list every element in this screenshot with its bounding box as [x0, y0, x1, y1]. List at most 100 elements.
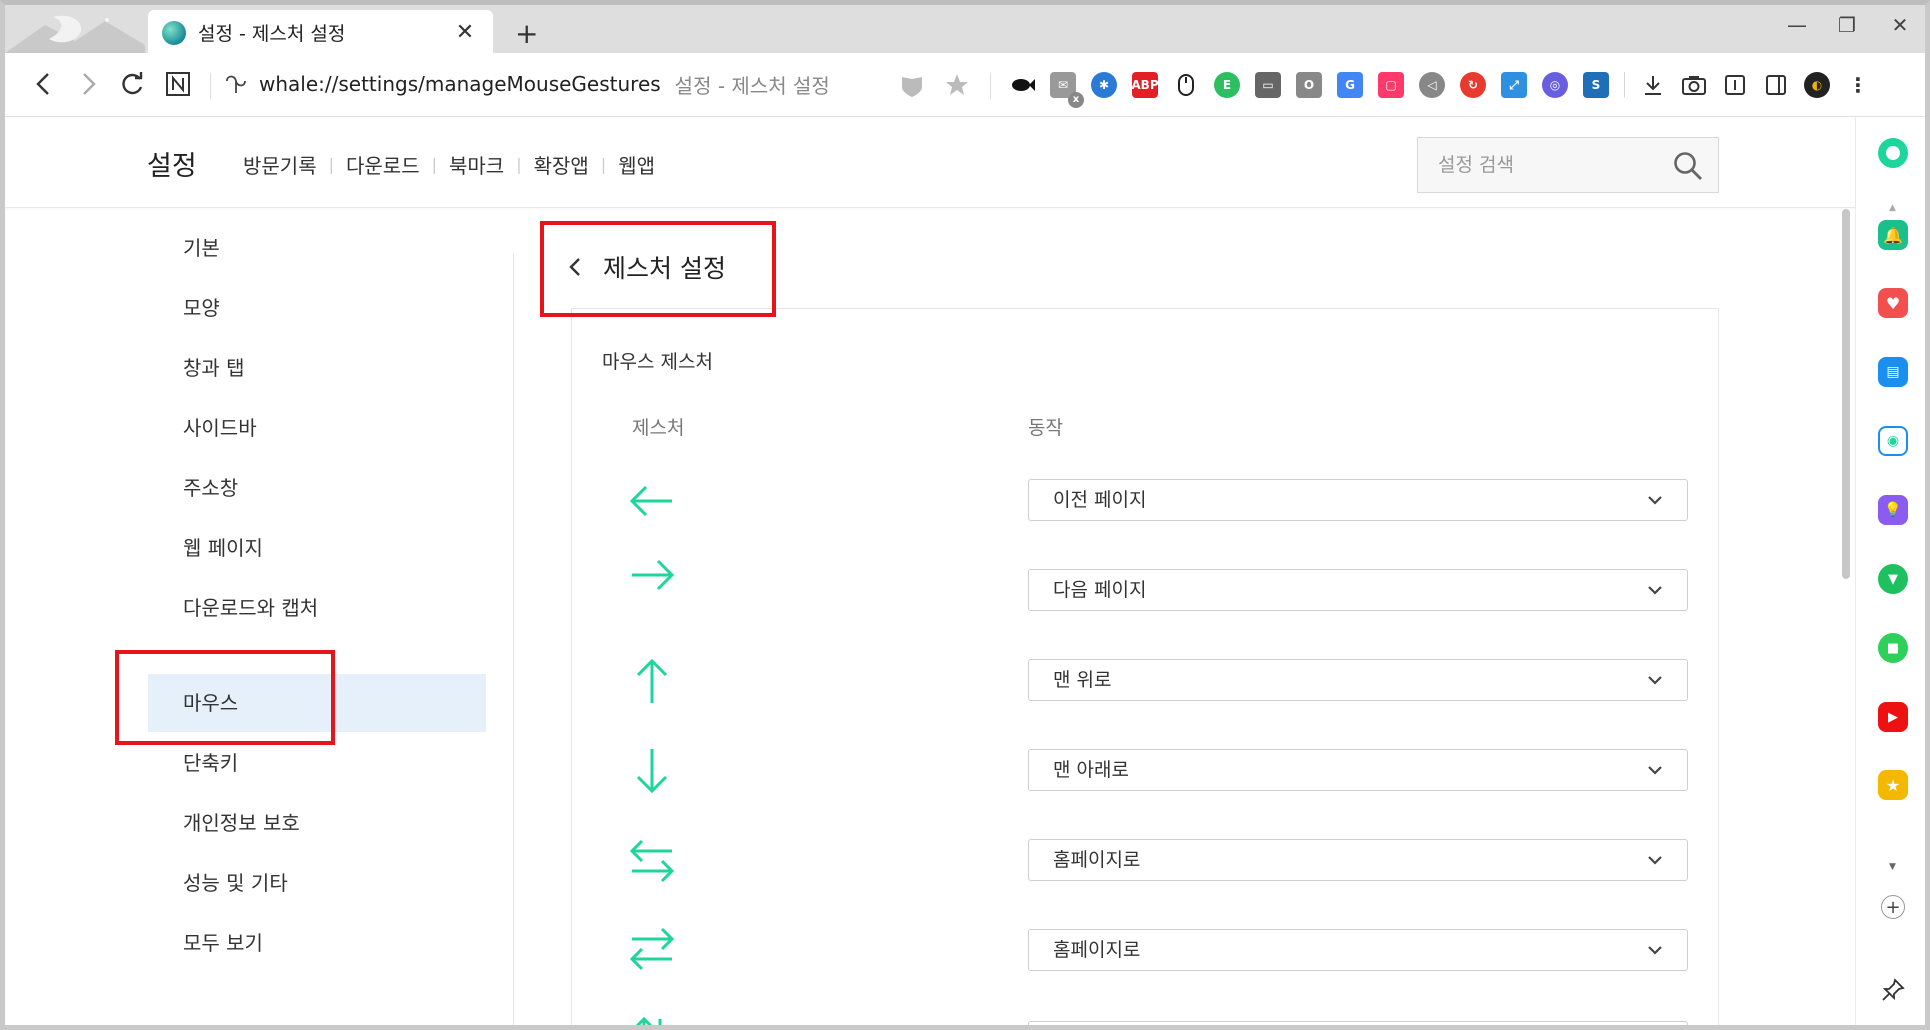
- settings-search-input[interactable]: [1418, 138, 1668, 192]
- nav-item-privacy[interactable]: 개인정보 보호: [148, 794, 486, 852]
- calendar-icon[interactable]: ▤: [1878, 357, 1908, 387]
- nav-item-sidebar[interactable]: 사이드바: [148, 399, 486, 457]
- papago-icon[interactable]: ◉: [1878, 426, 1908, 456]
- sync-extension-icon[interactable]: ↻: [1460, 72, 1486, 98]
- video-extension-icon[interactable]: ▭: [1255, 72, 1281, 98]
- nav-item-address-bar[interactable]: 주소창: [148, 459, 486, 517]
- reader-icon[interactable]: [1722, 72, 1748, 98]
- more-menu-icon[interactable]: ⋮: [1845, 72, 1871, 98]
- memo-icon[interactable]: ■: [1878, 633, 1908, 663]
- up-down-arrow-icon: [635, 1016, 662, 1025]
- globe-extension-icon[interactable]: ✱: [1091, 72, 1117, 98]
- action-select-home-1[interactable]: 홈페이지로: [1028, 839, 1688, 881]
- address-bar[interactable]: whale://settings/manageMouseGestures 설정 …: [223, 67, 830, 101]
- left-right-arrow-icon: [629, 839, 675, 883]
- adblock-extension-icon[interactable]: ABP: [1131, 72, 1159, 98]
- select-value: 홈페이지로: [1053, 939, 1141, 961]
- link-history[interactable]: 방문기록: [243, 150, 317, 179]
- restore-icon[interactable]: ❐: [1827, 13, 1867, 37]
- column-action: 동작: [1028, 417, 1063, 439]
- scrollbar-thumb[interactable]: [1842, 209, 1850, 579]
- profile-avatar-icon[interactable]: ◐: [1804, 72, 1830, 98]
- whale-favicon-icon: [162, 20, 186, 45]
- action-select-top[interactable]: 맨 위로: [1028, 659, 1688, 701]
- youtube-icon[interactable]: ▶: [1878, 702, 1908, 732]
- link-extensions[interactable]: 확장앱: [534, 150, 589, 179]
- pocket-icon[interactable]: ♥: [1878, 288, 1908, 318]
- action-select-forward[interactable]: 다음 페이지: [1028, 569, 1688, 611]
- nav-item-download-capture[interactable]: 다운로드와 캡처: [148, 579, 486, 637]
- link-webapps[interactable]: 웹앱: [618, 150, 655, 179]
- tab-strip: 설정 - 제스처 설정 ✕ + — ❐ ✕: [5, 5, 1925, 55]
- right-arrow-icon: [632, 559, 675, 591]
- whale-home-icon[interactable]: [1878, 138, 1908, 168]
- search-icon[interactable]: [1672, 150, 1704, 182]
- idea-icon[interactable]: 💡: [1878, 495, 1908, 525]
- nav-item-performance[interactable]: 성능 및 기타: [148, 854, 486, 912]
- evernote-extension-icon[interactable]: E: [1214, 72, 1240, 98]
- select-value: 맨 아래로: [1053, 759, 1129, 781]
- gesture-card: 마우스 제스처 제스처 동작 이전 페이지 다음 페이지 맨 위로 맨 아래로 …: [571, 308, 1719, 1025]
- s-extension-icon[interactable]: S: [1583, 72, 1609, 98]
- settings-search: [1417, 137, 1719, 193]
- back-icon[interactable]: [27, 67, 61, 110]
- translate-extension-icon[interactable]: G: [1337, 72, 1363, 98]
- toolbar: whale://settings/manageMouseGestures 설정 …: [5, 53, 1925, 117]
- link-bookmarks[interactable]: 북마크: [449, 150, 504, 179]
- share-extension-icon[interactable]: ◁: [1419, 72, 1445, 98]
- action-select-bottom[interactable]: 맨 아래로: [1028, 749, 1688, 791]
- nav-item-basic[interactable]: 기본: [148, 219, 486, 277]
- window-close-icon[interactable]: ✕: [1880, 13, 1920, 37]
- nav-item-all[interactable]: 모두 보기: [148, 914, 486, 972]
- tab-close-icon[interactable]: ✕: [451, 20, 479, 45]
- naver-icon[interactable]: [161, 67, 195, 110]
- mouse-extension-icon[interactable]: [1173, 72, 1199, 98]
- planet-extension-icon[interactable]: ◎: [1542, 72, 1568, 98]
- bookmark-sidebar-icon[interactable]: ▼: [1878, 564, 1908, 594]
- nav-item-appearance[interactable]: 모양: [148, 279, 486, 337]
- download-icon[interactable]: [1640, 72, 1666, 98]
- up-arrow-icon: [636, 658, 668, 703]
- favorite-icon[interactable]: ★: [1878, 770, 1908, 800]
- pin-icon[interactable]: [1878, 975, 1908, 1005]
- chat-extension-icon[interactable]: ▢: [1378, 72, 1404, 98]
- settings-title: 설정: [147, 151, 197, 182]
- add-sidebar-item-icon[interactable]: +: [1881, 895, 1905, 919]
- select-value: 이전 페이지: [1053, 489, 1147, 511]
- nav-item-web-page[interactable]: 웹 페이지: [148, 519, 486, 577]
- new-tab-icon[interactable]: +: [515, 17, 538, 50]
- highlight-box-mouse: [115, 650, 335, 745]
- bookmark-star-icon[interactable]: [943, 71, 971, 103]
- whale-sidebar: ▲ 🔔 ♥ ▤ ◉ 💡 ▼ ■ ▶ ★ ▼ +: [1855, 117, 1925, 1025]
- reload-icon[interactable]: [115, 67, 149, 110]
- nav-item-windows-tabs[interactable]: 창과 탭: [148, 339, 486, 397]
- resize-extension-icon[interactable]: ⤢: [1501, 72, 1527, 98]
- select-value: 다음 페이지: [1053, 579, 1147, 601]
- page-scrollbar[interactable]: [1840, 209, 1852, 1025]
- left-arrow-icon: [629, 485, 672, 517]
- shield-icon[interactable]: [899, 73, 925, 103]
- header-links: 방문기록 | 다운로드 | 북마크 | 확장앱 | 웹앱: [243, 150, 655, 179]
- highlight-box-heading: [540, 221, 776, 317]
- action-select-back[interactable]: 이전 페이지: [1028, 479, 1688, 521]
- chevron-down-icon: [1648, 856, 1662, 865]
- action-select-home-2[interactable]: 홈페이지로: [1028, 929, 1688, 971]
- office-extension-icon[interactable]: O: [1296, 72, 1322, 98]
- minimize-icon[interactable]: —: [1777, 13, 1817, 37]
- chevron-down-icon: [1648, 946, 1662, 955]
- chevron-down-icon: [1648, 766, 1662, 775]
- down-arrow-icon: [636, 749, 668, 794]
- select-value: 맨 위로: [1053, 669, 1112, 691]
- whale-site-icon: [226, 75, 246, 93]
- sidebar-toggle-icon[interactable]: [1763, 72, 1789, 98]
- action-select-partial[interactable]: [1028, 1021, 1688, 1025]
- fish-extension-icon[interactable]: [1009, 72, 1035, 98]
- notification-icon[interactable]: 🔔: [1878, 220, 1908, 250]
- mail-extension-icon[interactable]: ✉ x: [1050, 72, 1084, 108]
- active-tab[interactable]: 설정 - 제스처 설정 ✕: [148, 10, 493, 55]
- camera-icon[interactable]: [1681, 72, 1707, 98]
- chevron-down-icon: [1648, 496, 1662, 505]
- link-downloads[interactable]: 다운로드: [346, 150, 420, 179]
- select-value: 홈페이지로: [1053, 849, 1141, 871]
- forward-icon[interactable]: [71, 67, 105, 110]
